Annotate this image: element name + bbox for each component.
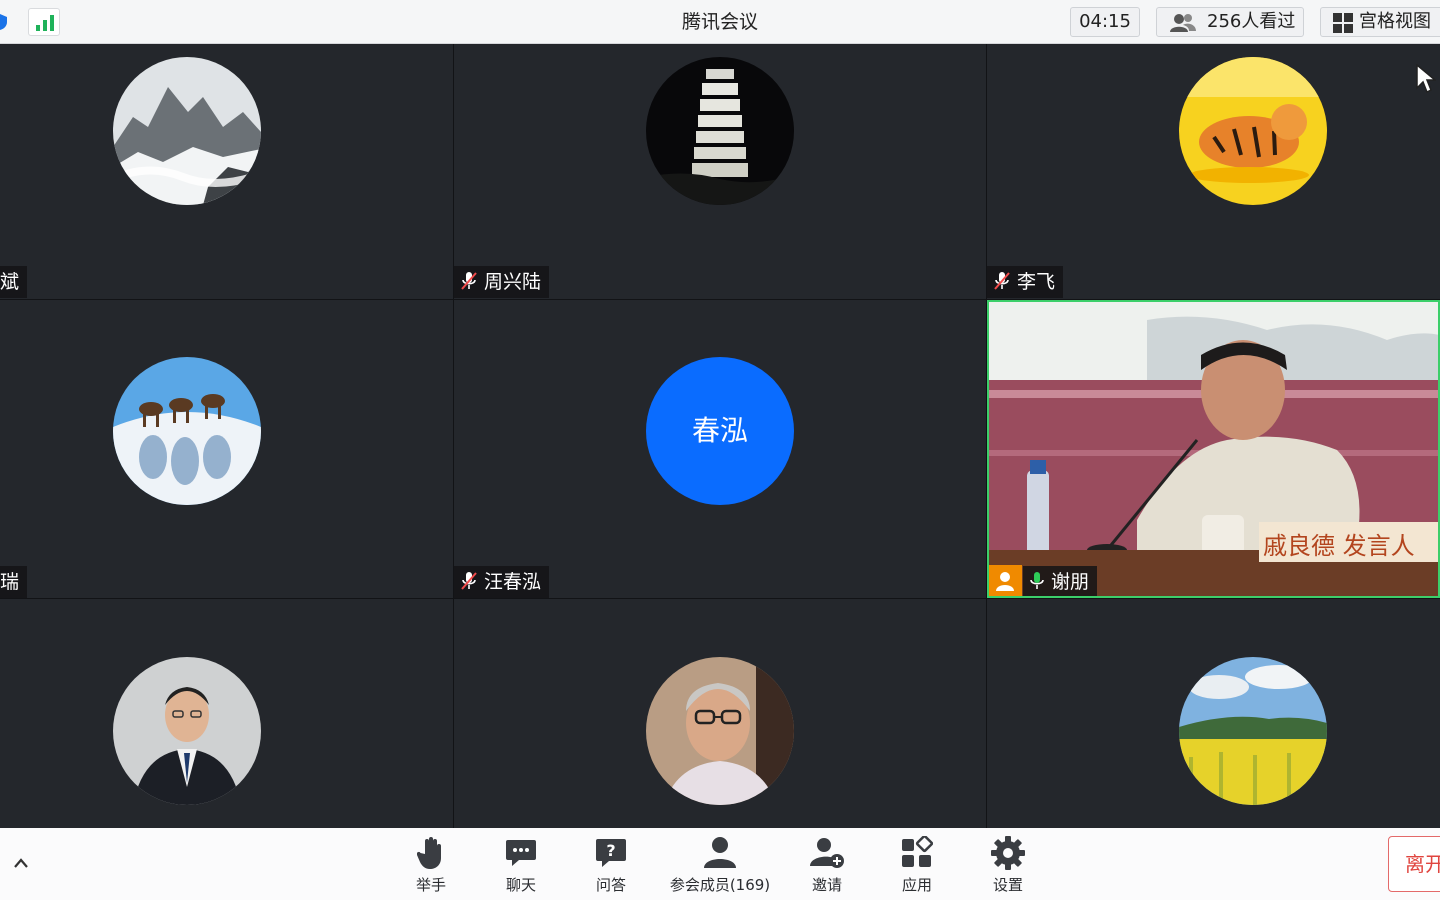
muted-mic-icon: [994, 272, 1010, 290]
apps-icon: [902, 836, 933, 867]
viewers-count-button[interactable]: 256人看过: [1156, 7, 1304, 37]
grid-view-button[interactable]: 宫格视图: [1320, 7, 1440, 37]
man-in-suit-avatar: [113, 657, 261, 805]
active-speaker-video-tile[interactable]: 戚良德 发言人 谢朋: [987, 300, 1440, 598]
older-man-glasses-avatar: [646, 657, 794, 805]
apps-button[interactable]: 应用: [884, 828, 950, 900]
qa-icon: ?: [596, 839, 626, 867]
viewers-count-label: 256人看过: [1207, 11, 1296, 32]
participant-name-tag: 斌: [0, 266, 28, 298]
participant-tile[interactable]: [987, 599, 1440, 828]
people-icon: [1170, 14, 1196, 32]
raise-hand-button[interactable]: 举手: [398, 828, 464, 900]
participant-name-tag: 李飞: [987, 266, 1064, 298]
initials-avatar: 春泓: [646, 357, 794, 505]
camels-desert-avatar: [113, 357, 261, 505]
participant-name-tag: 谢朋: [1023, 566, 1098, 598]
participant-tile[interactable]: 斌: [0, 45, 453, 299]
grid-divider: [0, 598, 1440, 599]
participants-button[interactable]: 参会成员(169): [662, 828, 778, 900]
leave-meeting-button[interactable]: 离开: [1388, 836, 1440, 892]
participant-tile[interactable]: 周兴陆: [454, 45, 986, 299]
chevron-up-icon[interactable]: [12, 856, 30, 870]
grid-view-label: 宫格视图: [1359, 11, 1431, 32]
muted-mic-icon: [461, 272, 477, 290]
participant-tile[interactable]: 瑞: [0, 300, 453, 598]
participant-tile[interactable]: 李飞: [987, 45, 1440, 299]
mountain-avatar: [113, 57, 261, 205]
grid-view-icon: [1333, 13, 1353, 33]
avatar-initials: 春泓: [646, 357, 794, 505]
meeting-timer: 04:15: [1070, 7, 1140, 37]
svg-text:?: ?: [606, 841, 615, 860]
qa-button[interactable]: ? 问答: [578, 828, 644, 900]
bottom-toolbar: 举手 聊天 ? 问答 参会成员(169) 邀请 应用 设置: [0, 828, 1440, 900]
participant-tile[interactable]: [0, 599, 453, 828]
participant-tile[interactable]: 春泓 汪春泓: [454, 300, 986, 598]
top-bar: 腾讯会议 04:15 256人看过 宫格视图: [0, 0, 1440, 44]
mouse-cursor-icon: [1416, 64, 1436, 94]
invite-icon: [810, 838, 844, 868]
settings-icon: [991, 836, 1025, 870]
participant-name-tag: 周兴陆: [454, 266, 550, 298]
tiger-painting-avatar: [1179, 57, 1327, 205]
participants-icon: [704, 837, 736, 868]
rapeseed-field-avatar: [1179, 657, 1327, 805]
speaker-nameplate: 戚良德 发言人: [1263, 532, 1415, 560]
host-person-icon: [996, 572, 1014, 591]
chat-icon: [506, 840, 536, 866]
grid-divider: [0, 299, 1440, 300]
participant-name-tag: 瑞: [0, 566, 28, 598]
pagoda-night-avatar: [646, 57, 794, 205]
settings-button[interactable]: 设置: [975, 828, 1041, 900]
invite-button[interactable]: 邀请: [794, 828, 860, 900]
participant-tile[interactable]: [454, 599, 986, 828]
host-badge: [988, 565, 1022, 598]
raise-hand-icon: [417, 837, 441, 869]
participant-name-tag: 汪春泓: [454, 566, 550, 598]
mic-on-icon: [1030, 572, 1044, 589]
chat-button[interactable]: 聊天: [488, 828, 554, 900]
grid-divider: [986, 44, 987, 828]
grid-divider: [453, 44, 454, 828]
muted-mic-icon: [461, 572, 477, 590]
